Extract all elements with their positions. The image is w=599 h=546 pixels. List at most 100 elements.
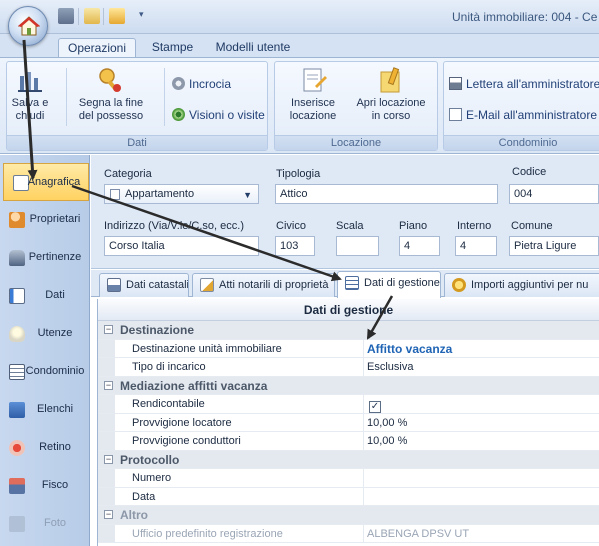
nav-label: Proprietari [29,213,81,225]
nav-label: Condominio [25,365,85,377]
row-margin [98,395,115,413]
property-row[interactable]: Provvigione conduttori 10,00 % [98,432,599,451]
property-name: Numero [132,472,172,484]
nav-item-retino[interactable]: Retino [0,429,89,467]
nav-item-elenchi[interactable]: Elenchi [0,391,89,429]
nav-item-utenze[interactable]: Utenze [0,315,89,353]
property-row[interactable]: Data [98,487,599,506]
button-label-line: Segna la fine [78,97,144,109]
nav-label: Retino [39,441,71,453]
property-grid: Dati di gestione − Destinazione Destinaz… [97,299,599,546]
comune-field[interactable]: Pietra Ligure [509,236,599,256]
open-lease-button[interactable]: Apri locazione in corso [348,66,434,123]
gear-icon [9,440,25,456]
property-row[interactable]: Destinazione unità immobiliare Affitto v… [98,339,599,358]
property-row[interactable]: Numero [98,469,599,488]
nav-item-proprietari[interactable]: Proprietari [0,201,89,239]
row-margin [98,339,115,357]
indirizzo-field[interactable]: Corso Italia [104,236,259,256]
qat-separator [78,8,79,25]
codice-field[interactable]: 004 [509,184,599,204]
save-and-close-button[interactable]: Salva e chiudi [2,66,58,123]
property-value[interactable] [363,469,599,487]
property-name: Provvigione conduttori [132,435,241,447]
collapse-icon[interactable]: − [104,380,113,390]
tab-stampe[interactable]: Stampe [145,38,200,58]
property-value[interactable]: 10,00 % [363,413,599,431]
tab-atti-notarili[interactable]: Atti notarili di proprietà [192,273,335,297]
ribbon-tab-strip: Operazioni Stampe Modelli utente [0,34,599,58]
application-menu-button[interactable] [8,6,48,46]
property-value[interactable]: Esclusiva [363,358,599,376]
property-row[interactable]: Provvigione locatore 10,00 % [98,413,599,432]
key-icon [99,68,121,92]
qat-dropdown-icon[interactable]: ▾ [139,9,144,20]
row-margin [98,524,115,542]
scala-field[interactable] [336,236,379,256]
grid-icon[interactable] [58,8,74,24]
nav-label: Dati [45,289,65,301]
category-protocollo[interactable]: − Protocollo [98,450,599,469]
interno-field[interactable]: 4 [455,236,497,256]
grid-title: Dati di gestione [98,299,599,321]
tab-modelli-utente[interactable]: Modelli utente [207,38,299,58]
tab-dati-di-gestione[interactable]: Dati di gestione [337,271,441,298]
tab-dati-catastali[interactable]: Dati catastali [99,273,189,297]
tipologia-field[interactable]: Attico [275,184,498,204]
indirizzo-label: Indirizzo (Via/V.le/C.so, ecc.) [104,220,245,232]
property-value[interactable]: Affitto vacanza [363,339,599,357]
property-row[interactable]: Rendicontabile ✓ [98,395,599,414]
email-edit-icon [449,108,462,121]
property-row[interactable]: Ufficio predefinito registrazione ALBENG… [98,524,599,543]
property-row[interactable]: Tipo di incarico Esclusiva [98,358,599,377]
property-value[interactable]: ALBENGA DPSV UT [363,524,599,542]
chart-save-icon [18,72,42,92]
property-value[interactable] [363,487,599,505]
property-value[interactable]: 10,00 % [363,432,599,450]
nav-item-pertinenze[interactable]: Pertinenze [0,239,89,277]
nav-item-anagrafica[interactable]: Anagrafica [3,163,89,201]
insert-lease-button[interactable]: Inserisce locazione [278,66,348,123]
collapse-icon[interactable]: − [104,325,113,334]
rendicontabile-checkbox[interactable]: ✓ [369,401,381,413]
piano-field[interactable]: 4 [399,236,440,256]
category-mediazione[interactable]: − Mediazione affitti vacanza [98,376,599,395]
separator [164,68,165,126]
calculator-icon [9,478,25,494]
tab-importi-aggiuntivi[interactable]: Importi aggiuntivi per nu [444,273,599,297]
nav-item-dati[interactable]: Dati [0,277,89,315]
nav-item-condominio[interactable]: Condominio [0,353,89,391]
key-icon[interactable] [109,8,125,24]
map-icon [107,278,121,292]
car-icon [9,250,25,266]
button-label-line: Inserisce [290,97,336,109]
visits-button[interactable]: Visioni o visite [172,106,265,124]
letter-admin-button[interactable]: Lettera all'amministratore [449,75,599,93]
tab-operazioni[interactable]: Operazioni [58,38,136,58]
nav-item-foto[interactable]: Foto [0,505,89,543]
record-header: Categoria Appartamento ▼ Tipologia Attic… [91,155,599,269]
tab-label: Dati catastali [126,279,189,291]
camera-icon [9,516,25,532]
category-altro[interactable]: − Altro [98,506,599,525]
collapse-icon[interactable]: − [104,454,113,464]
button-label-line: in corso [371,110,411,122]
nav-item-fisco[interactable]: Fisco [0,467,89,505]
row-margin [98,469,115,487]
chevron-down-icon: ▼ [243,190,252,200]
tab-label: Dati di gestione [364,277,440,289]
eye-icon [172,108,185,121]
collapse-icon[interactable]: − [104,510,113,519]
end-ownership-button[interactable]: Segna la fine del possesso [70,66,152,123]
property-name: Tipo di incarico [132,361,206,373]
categoria-select[interactable]: Appartamento ▼ [104,184,259,204]
edit-note-icon[interactable] [84,8,100,24]
category-destinazione[interactable]: − Destinazione [98,321,599,340]
title-bar: ▾ Unità immobiliare: 004 - Ce [0,0,599,46]
civico-field[interactable]: 103 [275,236,315,256]
category-title: Mediazione affitti vacanza [120,378,268,393]
email-admin-button[interactable]: E-Mail all'amministratore [449,106,597,124]
incrocia-button[interactable]: Incrocia [172,75,231,93]
group-label: Locazione [275,135,437,150]
interno-label: Interno [457,220,492,232]
